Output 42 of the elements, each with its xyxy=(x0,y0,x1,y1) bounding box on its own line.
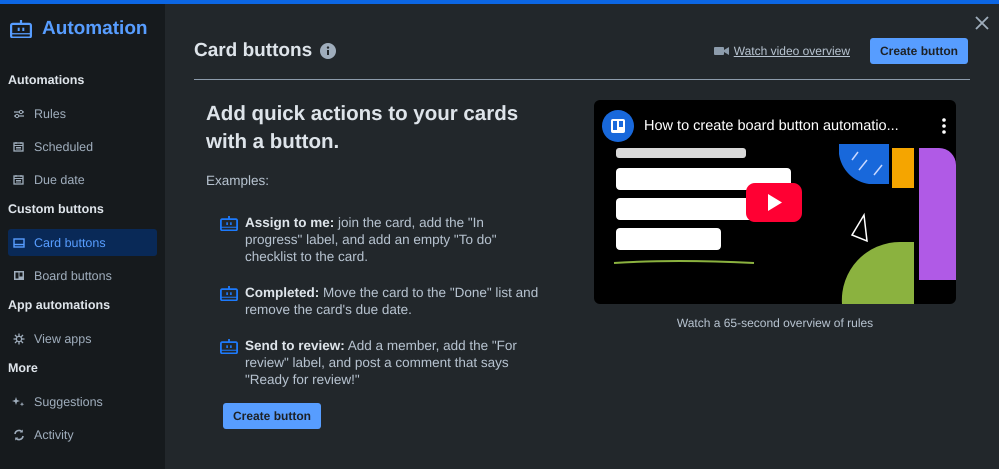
calendar-icon xyxy=(13,174,24,185)
more-options-icon[interactable] xyxy=(942,118,946,134)
examples-label: Examples: xyxy=(206,173,270,188)
close-icon[interactable] xyxy=(975,16,989,30)
section-heading: Custom buttons xyxy=(8,201,105,218)
sidebar-item[interactable]: Due date xyxy=(8,166,157,193)
channel-logo-icon[interactable] xyxy=(602,110,634,142)
page-title: Card buttons xyxy=(194,40,312,62)
section-heading: Automations xyxy=(8,72,86,89)
refresh-icon xyxy=(12,428,24,440)
sidebar-item[interactable]: Board buttons xyxy=(8,262,157,289)
calendar-icon xyxy=(13,141,24,152)
sidebar-item[interactable]: Card buttons xyxy=(8,229,157,256)
sliders-icon xyxy=(12,108,24,118)
intro-heading: Add quick actions to your cards with a button. xyxy=(206,101,520,155)
section-heading: More xyxy=(8,360,39,377)
example-description: Assign to me: join the card, add the "In progress" label, and add an empty "To do" checklist to the card. xyxy=(245,214,498,265)
sparkle-icon xyxy=(12,396,25,408)
robot-icon xyxy=(220,286,238,302)
robot-icon xyxy=(220,339,238,354)
gear-icon xyxy=(12,332,24,344)
sidebar-item[interactable]: Activity xyxy=(8,421,157,448)
sidebar-item[interactable]: Rules xyxy=(8,100,157,127)
section-heading: App automations xyxy=(8,297,112,314)
example-description: Completed: Move the card to the "Done" list and remove the card's due date. xyxy=(245,284,540,318)
create-button[interactable]: Create button xyxy=(223,403,321,429)
card-icon xyxy=(12,238,24,248)
example-description: Send to review: Add a member, add the "For review" label, and post a comment that says "Ready for review!" xyxy=(245,337,518,388)
video-link[interactable]: Watch video overview xyxy=(714,44,850,58)
app-title: Automation xyxy=(42,18,148,40)
info-icon[interactable] xyxy=(320,42,336,58)
video-camera-icon xyxy=(714,46,729,56)
video-caption: Watch a 65-second overview of rules xyxy=(676,316,874,330)
play-button[interactable] xyxy=(746,183,802,222)
sidebar-item[interactable]: Scheduled xyxy=(8,133,157,160)
sidebar-item[interactable]: View apps xyxy=(8,325,157,352)
robot-icon xyxy=(220,216,238,232)
create-button[interactable]: Create button xyxy=(870,38,968,64)
sidebar-item[interactable]: Suggestions xyxy=(8,388,157,415)
robot-icon xyxy=(10,20,32,38)
board-icon xyxy=(12,270,24,281)
video-title[interactable]: How to create board button automatio... xyxy=(644,118,932,134)
